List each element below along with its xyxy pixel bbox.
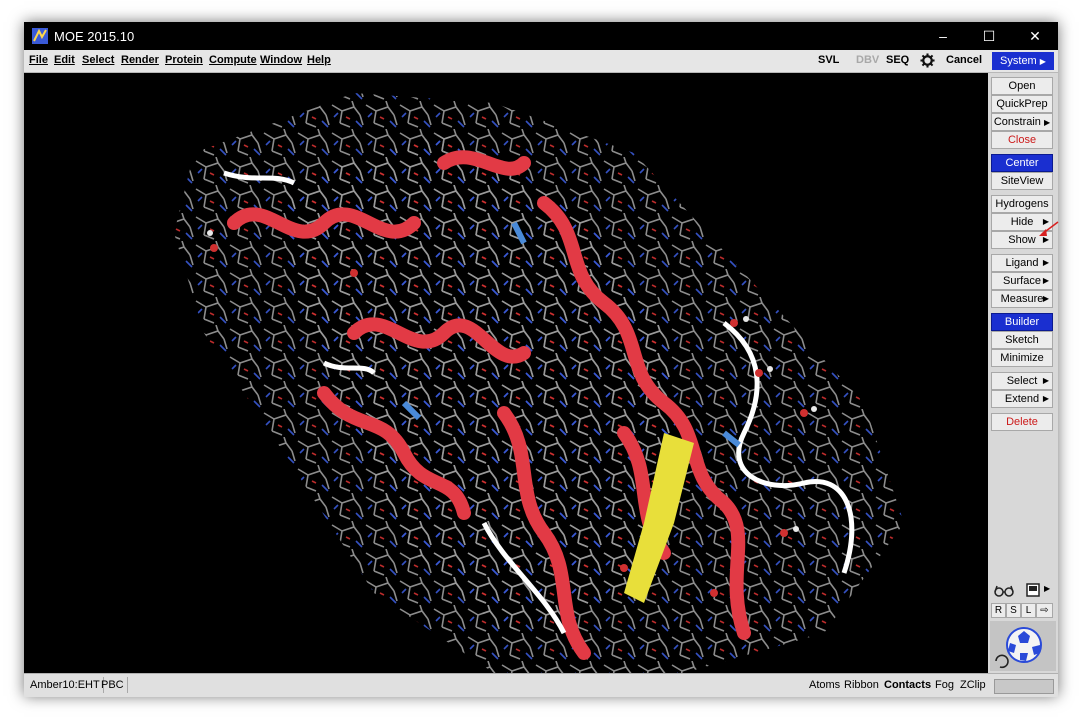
- hydrogens-button[interactable]: Hydrogens: [991, 195, 1053, 213]
- cancel-button[interactable]: Cancel: [946, 54, 982, 66]
- ligand-button[interactable]: Ligand ▶: [991, 254, 1053, 272]
- siteview-button[interactable]: SiteView: [991, 172, 1053, 190]
- dbv-button[interactable]: DBV: [856, 54, 879, 66]
- menu-compute[interactable]: Compute: [209, 54, 257, 66]
- menu-help[interactable]: Help: [307, 54, 331, 66]
- title-bar: MOE 2015.10 – ☐ ✕: [24, 22, 1058, 50]
- surface-label: Surface: [1003, 275, 1041, 287]
- menu-select[interactable]: Select: [82, 54, 114, 66]
- rotation-widget[interactable]: [990, 621, 1056, 671]
- constrain-button[interactable]: Constrain ▶: [991, 113, 1053, 131]
- system-button[interactable]: System ▶: [992, 52, 1054, 70]
- toggle-contacts[interactable]: Contacts: [884, 677, 931, 693]
- molecule-viewport[interactable]: [24, 73, 986, 673]
- stereo-glasses-icon[interactable]: [994, 584, 1014, 598]
- screenshot-icon[interactable]: [1026, 583, 1040, 597]
- quickprep-button[interactable]: QuickPrep: [991, 95, 1053, 113]
- menu-bar: File Edit Select Render Protein Compute …: [24, 50, 1058, 73]
- minimize-icon[interactable]: –: [920, 22, 966, 50]
- toggle-atoms[interactable]: Atoms: [809, 677, 840, 693]
- menu-window[interactable]: Window: [260, 54, 302, 66]
- rotate-mode-l[interactable]: L: [1021, 603, 1036, 618]
- rotate-mode-s[interactable]: S: [1006, 603, 1021, 618]
- seq-button[interactable]: SEQ: [886, 54, 909, 66]
- builder-button[interactable]: Builder: [991, 313, 1053, 331]
- forward-arrow-icon[interactable]: ⇨: [1036, 603, 1053, 618]
- menu-protein[interactable]: Protein: [165, 54, 203, 66]
- annotation-arrow-icon: [1039, 221, 1059, 236]
- system-label: System: [1000, 55, 1037, 67]
- menu-file[interactable]: File: [29, 54, 48, 66]
- minimize-button[interactable]: Minimize: [991, 349, 1053, 367]
- toggle-fog[interactable]: Fog: [935, 677, 954, 693]
- extend-button[interactable]: Extend ▶: [991, 390, 1053, 408]
- toggle-zclip[interactable]: ZClip: [960, 677, 986, 693]
- measure-button[interactable]: Measure ▶: [991, 290, 1053, 308]
- pbc-field[interactable]: PBC: [98, 677, 128, 693]
- forcefield-field[interactable]: Amber10:EHT: [27, 677, 104, 693]
- settings-gear-icon[interactable]: [920, 53, 935, 68]
- window-title: MOE 2015.10: [54, 29, 135, 44]
- rotate-mode-r[interactable]: R: [991, 603, 1006, 618]
- menu-render[interactable]: Render: [121, 54, 159, 66]
- ligand-label: Ligand: [1005, 257, 1039, 269]
- open-button[interactable]: Open: [991, 77, 1053, 95]
- moe-window: MOE 2015.10 – ☐ ✕ File Edit Select Rende…: [24, 22, 1058, 697]
- maximize-icon[interactable]: ☐: [966, 22, 1012, 50]
- sketch-button[interactable]: Sketch: [991, 331, 1053, 349]
- select-button[interactable]: Select ▶: [991, 372, 1053, 390]
- hide-label: Hide: [1010, 216, 1034, 228]
- center-button[interactable]: Center: [991, 154, 1053, 172]
- constrain-label: Constrain: [993, 116, 1041, 128]
- svl-button[interactable]: SVL: [818, 54, 839, 66]
- depth-slider[interactable]: [994, 679, 1054, 694]
- show-label: Show: [1008, 234, 1036, 246]
- command-sidebar: Open QuickPrep Constrain ▶ Close Center …: [988, 73, 1058, 673]
- delete-button[interactable]: Delete: [991, 413, 1053, 431]
- toggle-ribbon[interactable]: Ribbon: [844, 677, 879, 693]
- rotation-ball-icon: [995, 627, 1042, 669]
- screenshot-menu-arrow-icon[interactable]: ▶: [1044, 584, 1050, 593]
- moe-app-icon: [32, 28, 48, 44]
- menu-edit[interactable]: Edit: [54, 54, 75, 66]
- select-label: Select: [1006, 375, 1038, 387]
- extend-label: Extend: [1004, 393, 1040, 405]
- surface-button[interactable]: Surface ▶: [991, 272, 1053, 290]
- measure-label: Measure: [1000, 293, 1044, 305]
- close-window-icon[interactable]: ✕: [1012, 22, 1058, 50]
- status-bar: Amber10:EHT PBC Atoms Ribbon Contacts Fo…: [24, 673, 1058, 697]
- close-button[interactable]: Close: [991, 131, 1053, 149]
- protein-rendering: [174, 93, 904, 673]
